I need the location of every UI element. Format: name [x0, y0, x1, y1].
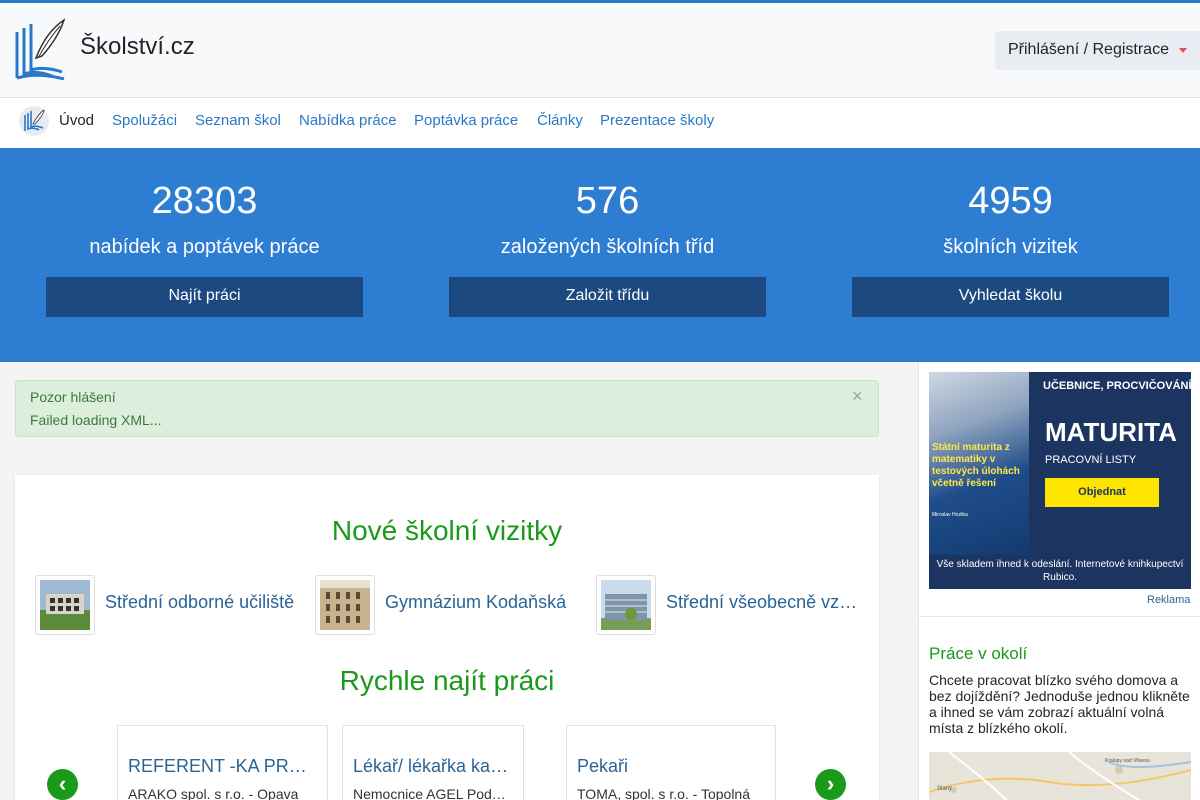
stat-classes-count: 576	[575, 180, 640, 222]
school-photo[interactable]	[315, 575, 375, 635]
job-title[interactable]: Pekaři	[577, 756, 765, 777]
job-company: ARAKO spol. s r.o. - Opava	[128, 786, 299, 800]
nearby-jobs-text: Chcete pracovat blízko svého domova a be…	[929, 672, 1190, 736]
quick-jobs-title: Rychle najít práci	[339, 665, 555, 696]
school-card[interactable]: Střední odborné učiliště	[35, 575, 305, 635]
find-job-button[interactable]: Najít práci	[46, 277, 363, 317]
ad-main-text: MATURITA	[1045, 417, 1177, 447]
school-name[interactable]: Střední všeobecně vzdělávací	[666, 592, 862, 613]
stat-jobs-label: nabídek a poptávek práce	[89, 236, 320, 258]
job-title[interactable]: REFERENT -KA PRODEJE	[128, 756, 317, 777]
home-logo-icon[interactable]	[19, 106, 49, 136]
job-card[interactable]: REFERENT -KA PRODEJE ARAKO spol. s r.o. …	[117, 725, 328, 800]
stat-classes-label: založených školních tříd	[500, 236, 715, 258]
stat-cards-label: školních vizitek	[943, 236, 1078, 258]
map-label: Kralupy nad Vltavou	[1105, 758, 1150, 764]
new-schools-title: Nové školní vizitky	[331, 515, 563, 546]
school-card[interactable]: Gymnázium Kodaňská	[315, 575, 585, 635]
header: Školství.cz Přihlášení / Registrace	[0, 3, 1200, 98]
stat-jobs-count: 28303	[151, 180, 258, 222]
school-photo[interactable]	[35, 575, 95, 635]
ad-order-button[interactable]: Objednat	[1045, 478, 1159, 507]
main-navigation: Úvod Spolužáci Seznam škol Nabídka práce…	[0, 98, 1200, 148]
school-photo[interactable]	[596, 575, 656, 635]
job-card[interactable]: Lékař/ lékařka kardiologie Nemocnice AGE…	[342, 725, 524, 800]
job-company: TOMA, spol. s r.o. - Topolná	[577, 786, 751, 800]
carousel-prev-button[interactable]: ‹	[47, 769, 78, 800]
ad-book-author: Miroslav Hruška	[932, 512, 968, 518]
nav-item-poptavka-prace[interactable]: Poptávka práce	[414, 112, 518, 129]
alert-message: Failed loading XML...	[30, 412, 162, 428]
main-content-card: Nové školní vizitky Střední odborné učil…	[15, 475, 879, 800]
nav-item-nabidka-prace[interactable]: Nabídka práce	[299, 112, 397, 129]
job-card[interactable]: Pekaři TOMA, spol. s r.o. - Topolná	[566, 725, 776, 800]
close-icon[interactable]: ×	[852, 386, 863, 407]
login-register-label: Přihlášení / Registrace	[1008, 41, 1169, 58]
nearby-map[interactable]: Slaný Kralupy nad Vltavou	[929, 752, 1191, 800]
alert-box: Pozor hlášení Failed loading XML... ×	[15, 380, 879, 437]
ad-book-title: Státní maturita z matematiky v testových…	[932, 442, 1020, 489]
ad-top-text: UČEBNICE, PROCVIČOVÁNÍ	[1043, 380, 1191, 392]
nav-item-seznam-skol[interactable]: Seznam škol	[195, 112, 281, 129]
ad-text-panel: UČEBNICE, PROCVIČOVÁNÍ MATURITA PRACOVNÍ…	[1029, 372, 1191, 555]
nav-item-clanky[interactable]: Články	[537, 112, 583, 129]
login-register-dropdown[interactable]: Přihlášení / Registrace	[995, 31, 1200, 70]
ad-label-link[interactable]: Reklama	[1147, 594, 1190, 606]
advertisement-banner[interactable]: Státní maturita z matematiky v testových…	[929, 372, 1191, 589]
carousel-next-button[interactable]: ›	[815, 769, 846, 800]
nav-item-prezentace-skoly[interactable]: Prezentace školy	[600, 112, 714, 129]
job-title[interactable]: Lékař/ lékařka kardiologie	[353, 756, 513, 777]
job-company: Nemocnice AGEL Podhorská	[353, 786, 513, 800]
school-name[interactable]: Střední odborné učiliště	[105, 592, 301, 613]
search-school-button[interactable]: Vyhledat školu	[852, 277, 1169, 317]
ad-book-cover: Státní maturita z matematiky v testových…	[929, 372, 1029, 555]
stats-band: 28303 nabídek a poptávek práce Najít prá…	[0, 148, 1200, 362]
sidebar: Státní maturita z matematiky v testových…	[918, 362, 1200, 800]
nav-item-spoluzaci[interactable]: Spolužáci	[112, 112, 177, 129]
chevron-down-icon	[1179, 48, 1187, 53]
school-card[interactable]: Střední všeobecně vzdělávací	[596, 575, 866, 635]
book-feather-logo-icon[interactable]	[14, 18, 66, 80]
sidebar-divider	[919, 616, 1200, 617]
nav-item-uvod[interactable]: Úvod	[59, 112, 94, 129]
school-name[interactable]: Gymnázium Kodaňská	[385, 592, 581, 613]
stat-cards-count: 4959	[968, 180, 1053, 222]
alert-title: Pozor hlášení	[30, 389, 116, 405]
brand-name[interactable]: Školství.cz	[80, 33, 195, 61]
ad-sub-text: PRACOVNÍ LISTY	[1045, 454, 1137, 466]
ad-bottom-text: Vše skladem ihned k odeslání. Internetov…	[929, 555, 1191, 589]
nearby-jobs-title: Práce v okolí	[929, 644, 1028, 663]
create-class-button[interactable]: Založit třídu	[449, 277, 766, 317]
map-label: Slaný	[937, 786, 952, 792]
